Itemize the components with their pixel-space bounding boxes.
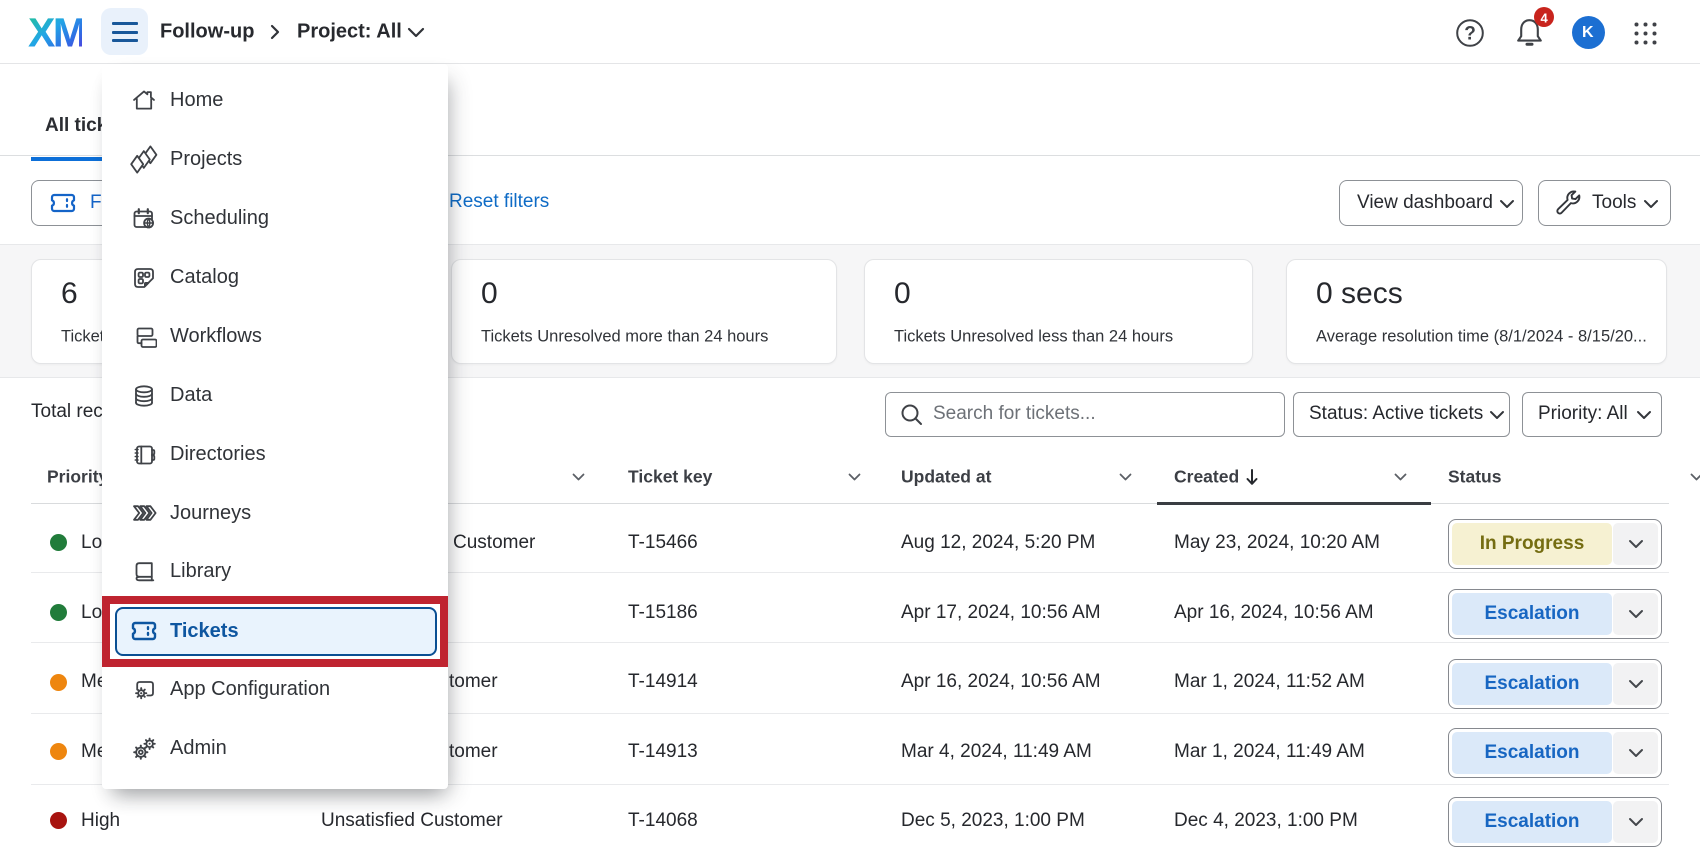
- svg-text:XM: XM: [28, 13, 82, 51]
- svg-text:?: ?: [1464, 24, 1476, 45]
